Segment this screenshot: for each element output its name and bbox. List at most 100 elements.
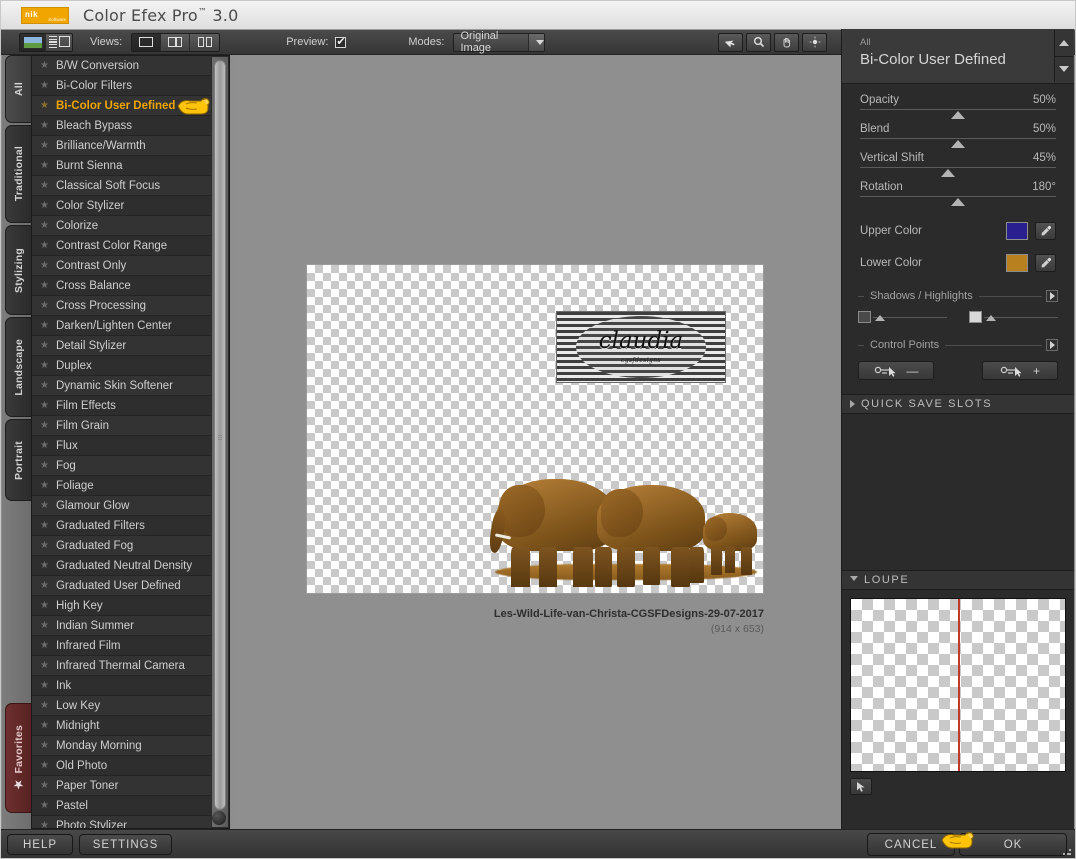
favorite-star-icon[interactable]: ★ xyxy=(40,360,49,371)
filter-item[interactable]: ★ Burnt Sienna xyxy=(32,156,211,176)
filter-item[interactable]: ★ Film Grain xyxy=(32,416,211,436)
expand-arrow-icon[interactable] xyxy=(1046,339,1058,351)
filter-item[interactable]: ★ Monday Morning xyxy=(32,736,211,756)
filter-item[interactable]: ★ High Key xyxy=(32,596,211,616)
favorite-star-icon[interactable]: ★ xyxy=(40,680,49,691)
filter-item[interactable]: ★ Flux xyxy=(32,436,211,456)
favorite-star-icon[interactable]: ★ xyxy=(40,700,49,711)
filter-item[interactable]: ★ Detail Stylizer xyxy=(32,336,211,356)
favorite-star-icon[interactable]: ★ xyxy=(40,740,49,751)
list-view-icon[interactable] xyxy=(46,33,72,51)
filter-item[interactable]: ★ Film Effects xyxy=(32,396,211,416)
favorite-star-icon[interactable]: ★ xyxy=(40,460,49,471)
favorite-star-icon[interactable]: ★ xyxy=(40,500,49,511)
image-canvas[interactable]: claudia cgsfdesigns Les-Wild-Life-van-Ch… xyxy=(233,55,841,829)
filter-list-scrollbar[interactable] xyxy=(212,57,228,827)
favorite-star-icon[interactable]: ★ xyxy=(40,380,49,391)
slider-handle[interactable] xyxy=(951,111,965,119)
highlights-slider-handle[interactable] xyxy=(986,315,996,321)
filter-item[interactable]: ★ Graduated Neutral Density xyxy=(32,556,211,576)
favorite-star-icon[interactable]: ★ xyxy=(40,300,49,311)
favorite-star-icon[interactable]: ★ xyxy=(40,160,49,171)
shadows-slider[interactable] xyxy=(858,311,947,323)
favorite-star-icon[interactable]: ★ xyxy=(40,760,49,771)
resize-grip-icon[interactable] xyxy=(1062,846,1072,856)
zoom-tool[interactable] xyxy=(746,32,771,52)
filter-item[interactable]: ★ Midnight xyxy=(32,716,211,736)
selection-arrow-tool[interactable] xyxy=(718,32,743,52)
favorite-star-icon[interactable]: ★ xyxy=(40,560,49,571)
favorite-star-icon[interactable]: ★ xyxy=(40,720,49,731)
filter-item[interactable]: ★ Cross Processing xyxy=(32,296,211,316)
pan-hand-tool[interactable] xyxy=(774,32,799,52)
favorite-star-icon[interactable]: ★ xyxy=(40,240,49,251)
filter-item[interactable]: ★ Low Key xyxy=(32,696,211,716)
filter-item[interactable]: ★ Bi-Color Filters xyxy=(32,76,211,96)
color-swatch[interactable] xyxy=(1006,222,1028,240)
favorite-star-icon[interactable]: ★ xyxy=(40,120,49,131)
filter-item[interactable]: ★ Contrast Color Range xyxy=(32,236,211,256)
scroll-up-icon[interactable] xyxy=(1055,30,1073,57)
filter-item[interactable]: ★ Bleach Bypass xyxy=(32,116,211,136)
filter-item[interactable]: ★ Contrast Only xyxy=(32,256,211,276)
filter-item[interactable]: ★ B/W Conversion xyxy=(32,56,211,76)
quick-save-slots-header[interactable]: QUICK SAVE SLOTS xyxy=(842,394,1074,414)
filter-item[interactable]: ★ Photo Stylizer xyxy=(32,816,211,828)
favorite-star-icon[interactable]: ★ xyxy=(40,480,49,491)
favorite-star-icon[interactable]: ★ xyxy=(40,100,49,111)
favorite-star-icon[interactable]: ★ xyxy=(40,400,49,411)
remove-control-point-button[interactable]: — xyxy=(858,361,934,380)
favorite-star-icon[interactable]: ★ xyxy=(40,80,49,91)
filter-item[interactable]: ★ Ink xyxy=(32,676,211,696)
image-view-icon[interactable] xyxy=(20,33,46,51)
favorite-star-icon[interactable]: ★ xyxy=(40,60,49,71)
scroll-down-icon[interactable] xyxy=(1055,56,1073,82)
eyedropper-icon[interactable] xyxy=(1035,254,1056,272)
slider-handle[interactable] xyxy=(951,198,965,206)
loupe-preview[interactable] xyxy=(850,598,1066,772)
filter-item[interactable]: ★ Darken/Lighten Center xyxy=(32,316,211,336)
filter-item[interactable]: ★ Glamour Glow xyxy=(32,496,211,516)
favorite-star-icon[interactable]: ★ xyxy=(40,620,49,631)
filter-item[interactable]: ★ Foliage xyxy=(32,476,211,496)
double-pane-icon[interactable] xyxy=(190,33,220,51)
slider-handle[interactable] xyxy=(951,140,965,148)
filter-item[interactable]: ★ Color Stylizer xyxy=(32,196,211,216)
favorite-star-icon[interactable]: ★ xyxy=(40,320,49,331)
filter-item[interactable]: ★ Pastel xyxy=(32,796,211,816)
favorite-star-icon[interactable]: ★ xyxy=(40,280,49,291)
slider-handle[interactable] xyxy=(941,169,956,177)
filter-list[interactable]: ★ B/W Conversion ★ Bi-Color Filters ★ Bi-Colo… xyxy=(32,56,211,828)
shadows-slider-handle[interactable] xyxy=(875,315,885,321)
add-control-point-button[interactable]: + xyxy=(982,361,1058,380)
favorite-star-icon[interactable]: ★ xyxy=(40,140,49,151)
favorite-star-icon[interactable]: ★ xyxy=(40,600,49,611)
filter-item[interactable]: ★ Old Photo xyxy=(32,756,211,776)
sidebar-item-favorites[interactable]: Favorites ★ xyxy=(5,703,31,813)
expand-arrow-icon[interactable] xyxy=(1046,290,1058,302)
favorite-star-icon[interactable]: ★ xyxy=(40,440,49,451)
favorite-star-icon[interactable]: ★ xyxy=(40,520,49,531)
ok-button[interactable]: OK xyxy=(959,833,1067,856)
filter-item[interactable]: ★ Dynamic Skin Softener xyxy=(32,376,211,396)
cancel-button[interactable]: CANCEL xyxy=(867,833,955,856)
favorite-star-icon[interactable]: ★ xyxy=(40,780,49,791)
highlights-slider[interactable] xyxy=(969,311,1058,323)
filter-item[interactable]: ★ Brilliance/Warmth xyxy=(32,136,211,156)
color-swatch[interactable] xyxy=(1006,254,1028,272)
filter-item[interactable]: ★ Cross Balance xyxy=(32,276,211,296)
scrollbar-thumb[interactable] xyxy=(214,60,226,810)
brightness-tool[interactable] xyxy=(802,32,827,52)
sidebar-item-traditional[interactable]: Traditional xyxy=(5,125,31,223)
help-button[interactable]: HELP xyxy=(7,834,73,855)
favorite-star-icon[interactable]: ★ xyxy=(40,820,49,828)
eyedropper-icon[interactable] xyxy=(1035,222,1056,240)
filter-item[interactable]: ★ Graduated Filters xyxy=(32,516,211,536)
favorite-star-icon[interactable]: ★ xyxy=(40,260,49,271)
sidebar-item-stylizing[interactable]: Stylizing xyxy=(5,225,31,315)
sidebar-item-all[interactable]: All xyxy=(5,55,31,123)
filter-item[interactable]: ★ Colorize xyxy=(32,216,211,236)
filter-item[interactable]: ★ Duplex xyxy=(32,356,211,376)
filter-item[interactable]: ★ Infrared Thermal Camera xyxy=(32,656,211,676)
favorite-star-icon[interactable]: ★ xyxy=(40,800,49,811)
